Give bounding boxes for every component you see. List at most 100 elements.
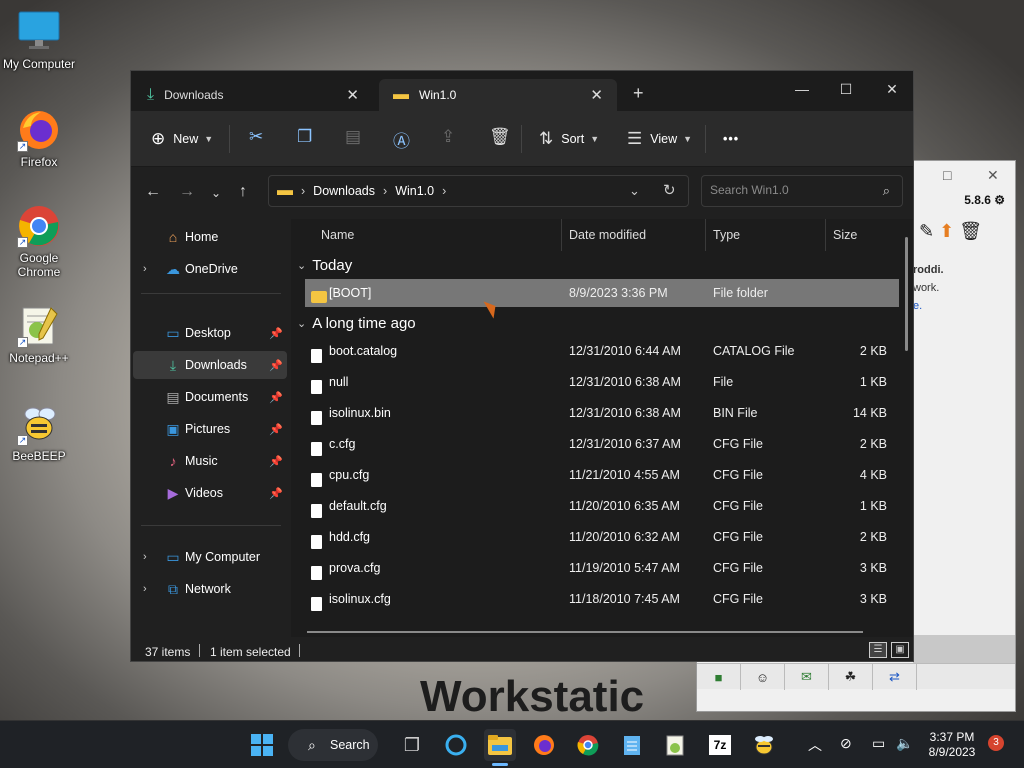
- desktop-icon-chrome[interactable]: ↗ Google Chrome: [0, 204, 78, 279]
- copy-icon[interactable]: ❐: [297, 127, 312, 147]
- cut-icon[interactable]: ✂: [249, 127, 263, 147]
- nav-item-music[interactable]: ♪ Music 📌: [133, 447, 287, 475]
- pin-icon[interactable]: 📌: [269, 487, 283, 500]
- group-header-today[interactable]: ⌄ Today: [297, 257, 352, 274]
- paste-icon[interactable]: ▤: [345, 127, 361, 147]
- up-icon[interactable]: ↑: [239, 183, 247, 201]
- close-tab-icon[interactable]: ✕: [346, 86, 359, 104]
- show-hidden-icons-icon[interactable]: ︿: [808, 735, 822, 755]
- start-button[interactable]: [246, 729, 278, 761]
- nav-item-documents[interactable]: ▤ Documents 📌: [133, 383, 287, 411]
- more-options-button[interactable]: •••: [723, 125, 739, 153]
- nav-item-network[interactable]: › ⧉ Network: [133, 575, 287, 603]
- notification-badge[interactable]: 3: [988, 735, 1004, 751]
- chrome-icon[interactable]: [572, 729, 604, 761]
- pin-icon[interactable]: 📌: [269, 359, 283, 372]
- bee-icon[interactable]: [748, 729, 780, 761]
- nav-item-my-computer[interactable]: › ▭ My Computer: [133, 543, 287, 571]
- column-header-name[interactable]: Name: [321, 219, 354, 251]
- delete-icon[interactable]: 🗑: [489, 127, 511, 147]
- nav-item-pictures[interactable]: ▣ Pictures 📌: [133, 415, 287, 443]
- display-icon[interactable]: ▭: [872, 735, 885, 752]
- address-dropdown-icon[interactable]: ⌄: [629, 183, 640, 199]
- breadcrumb-win10[interactable]: Win1.0: [395, 184, 434, 198]
- column-header-type[interactable]: Type: [713, 219, 740, 251]
- search-box[interactable]: ⌕: [701, 175, 903, 207]
- input-bar[interactable]: [913, 635, 1015, 663]
- refresh-icon[interactable]: ↻: [663, 181, 676, 199]
- desktop-icon-firefox[interactable]: ↗ Firefox: [0, 108, 78, 169]
- maximize-icon[interactable]: ☐: [823, 75, 869, 103]
- minimize-icon[interactable]: —: [779, 75, 825, 103]
- desktop-icon-notepad-plus-plus[interactable]: ↗ Notepad++: [0, 304, 78, 365]
- nav-item-onedrive[interactable]: › ☁ OneDrive: [133, 255, 287, 283]
- expand-icon[interactable]: ›: [143, 583, 147, 595]
- tab-downloads[interactable]: ⤓ Downloads ✕: [133, 79, 373, 111]
- desktop-icon-my-computer[interactable]: My Computer: [0, 10, 78, 71]
- pin-icon[interactable]: 📌: [269, 327, 283, 340]
- address-bar[interactable]: ▬ › Downloads › Win1.0 ›: [268, 175, 689, 207]
- file-row[interactable]: isolinux.bin 12/31/2010 6:38 AM BIN File…: [305, 399, 899, 427]
- file-row[interactable]: null 12/31/2010 6:38 AM File 1 KB: [305, 368, 899, 396]
- volume-icon[interactable]: 🔈: [896, 735, 913, 752]
- breadcrumb-downloads[interactable]: Downloads: [313, 184, 375, 198]
- file-row[interactable]: isolinux.cfg 11/18/2010 7:45 AM CFG File…: [305, 585, 899, 613]
- network-disconnected-icon[interactable]: ⊘: [840, 735, 852, 752]
- view-button[interactable]: ☰ View ▼: [627, 125, 692, 153]
- nav-item-downloads[interactable]: ⤓ Downloads 📌: [133, 351, 287, 379]
- tiles-view-icon[interactable]: ▣: [891, 642, 909, 658]
- vertical-scrollbar[interactable]: [905, 237, 908, 351]
- pin-icon[interactable]: 📌: [269, 455, 283, 468]
- column-header-size[interactable]: Size: [833, 219, 857, 251]
- column-header-date[interactable]: Date modified: [569, 219, 646, 251]
- recent-locations-icon[interactable]: ⌄: [211, 186, 221, 200]
- pin-icon[interactable]: 📌: [269, 391, 283, 404]
- file-explorer-window[interactable]: ⤓ Downloads ✕ ▬ Win1.0 ✕ + — ☐ ✕ ⊕ New ▼…: [130, 70, 914, 662]
- share-icon[interactable]: ⇪: [441, 127, 455, 147]
- notepad-plus-plus-icon[interactable]: [660, 729, 692, 761]
- notepad-icon[interactable]: [616, 729, 648, 761]
- nav-item-home[interactable]: ⌂ Home: [133, 223, 287, 251]
- group-header-long-ago[interactable]: ⌄ A long time ago: [297, 315, 416, 332]
- horizontal-scrollbar[interactable]: [307, 631, 863, 633]
- forward-icon[interactable]: →: [179, 183, 195, 201]
- toolbar-icons[interactable]: ✎ ⬆ 🗑: [919, 221, 982, 242]
- column-divider[interactable]: [705, 219, 706, 251]
- tab-chat-icon[interactable]: ■: [697, 664, 741, 690]
- file-row[interactable]: boot.catalog 12/31/2010 6:44 AM CATALOG …: [305, 337, 899, 365]
- tab-messages-icon[interactable]: ✉: [785, 664, 829, 690]
- back-icon[interactable]: ←: [145, 183, 161, 201]
- new-button[interactable]: ⊕ New ▼: [151, 125, 213, 153]
- expand-icon[interactable]: ›: [143, 263, 147, 275]
- expand-icon[interactable]: ›: [143, 551, 147, 563]
- cortana-icon[interactable]: [440, 729, 472, 761]
- file-row[interactable]: c.cfg 12/31/2010 6:37 AM CFG File 2 KB: [305, 430, 899, 458]
- tab-share-icon[interactable]: ⇄: [873, 664, 917, 690]
- taskbar-search-button[interactable]: ⌕ Search: [288, 729, 378, 761]
- pin-icon[interactable]: 📌: [269, 423, 283, 436]
- column-divider[interactable]: [825, 219, 826, 251]
- file-row[interactable]: hdd.cfg 11/20/2010 6:32 AM CFG File 2 KB: [305, 523, 899, 551]
- search-input[interactable]: [710, 183, 870, 197]
- clock[interactable]: 3:37 PM 8/9/2023: [924, 730, 980, 760]
- task-view-icon[interactable]: ❐: [396, 729, 428, 761]
- close-icon[interactable]: ✕: [987, 167, 999, 184]
- column-divider[interactable]: [561, 219, 562, 251]
- 7zip-icon[interactable]: 7z: [704, 729, 736, 761]
- sort-button[interactable]: ⇅ Sort ▼: [539, 125, 599, 153]
- close-tab-icon[interactable]: ✕: [590, 86, 603, 104]
- nav-item-desktop[interactable]: ▭ Desktop 📌: [133, 319, 287, 347]
- background-window-tabs[interactable]: ■ ☺ ✉ ☘ ⇄: [697, 663, 1015, 690]
- tab-groups-icon[interactable]: ☘: [829, 664, 873, 690]
- file-row[interactable]: prova.cfg 11/19/2010 5:47 AM CFG File 3 …: [305, 554, 899, 582]
- maximize-icon[interactable]: □: [943, 167, 951, 183]
- desktop-icon-beebeep[interactable]: ↗ BeeBEEP: [0, 402, 78, 463]
- details-view-icon[interactable]: ☰: [869, 642, 887, 658]
- file-explorer-taskbar-icon[interactable]: [484, 729, 516, 761]
- file-row[interactable]: cpu.cfg 11/21/2010 4:55 AM CFG File 4 KB: [305, 461, 899, 489]
- nav-item-videos[interactable]: ▶ Videos 📌: [133, 479, 287, 507]
- firefox-icon[interactable]: [528, 729, 560, 761]
- new-tab-icon[interactable]: +: [633, 83, 644, 104]
- tab-users-icon[interactable]: ☺: [741, 664, 785, 690]
- file-row[interactable]: [BOOT] 8/9/2023 3:36 PM File folder: [305, 279, 899, 307]
